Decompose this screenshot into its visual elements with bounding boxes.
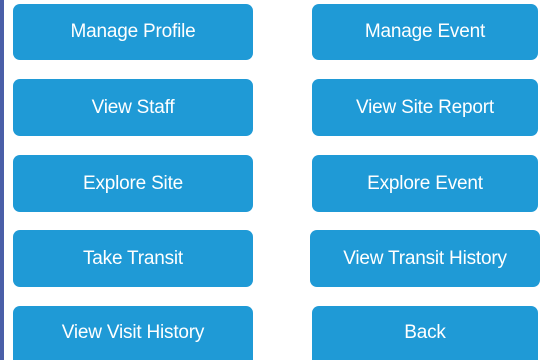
view-visit-history-label: View Visit History (61, 322, 205, 343)
back-label: Back (404, 322, 446, 343)
view-visit-history-button[interactable]: View Visit History (13, 306, 253, 360)
view-staff-button[interactable]: View Staff (13, 79, 253, 136)
explore-site-label: Explore Site (82, 172, 184, 194)
manage-event-label: Manage Event (364, 21, 486, 42)
view-site-report-label: View Site Report (356, 96, 494, 118)
view-site-report-button[interactable]: View Site Report (312, 79, 538, 136)
view-transit-history-button[interactable]: View Transit History (310, 230, 540, 287)
explore-event-button[interactable]: Explore Event (312, 155, 538, 212)
view-staff-label: View Staff (91, 96, 175, 118)
take-transit-label: Take Transit (82, 247, 184, 269)
manage-profile-button[interactable]: Manage Profile (13, 4, 253, 60)
explore-event-label: Explore Event (367, 172, 483, 194)
manage-profile-label: Manage Profile (70, 21, 196, 42)
back-button[interactable]: Back (312, 306, 538, 360)
manage-event-button[interactable]: Manage Event (312, 4, 538, 60)
take-transit-button[interactable]: Take Transit (13, 230, 253, 287)
explore-site-button[interactable]: Explore Site (13, 155, 253, 212)
functionality-menu: Manage Profile Manage Event View Staff V… (0, 0, 546, 360)
view-transit-history-label: View Transit History (343, 247, 507, 269)
